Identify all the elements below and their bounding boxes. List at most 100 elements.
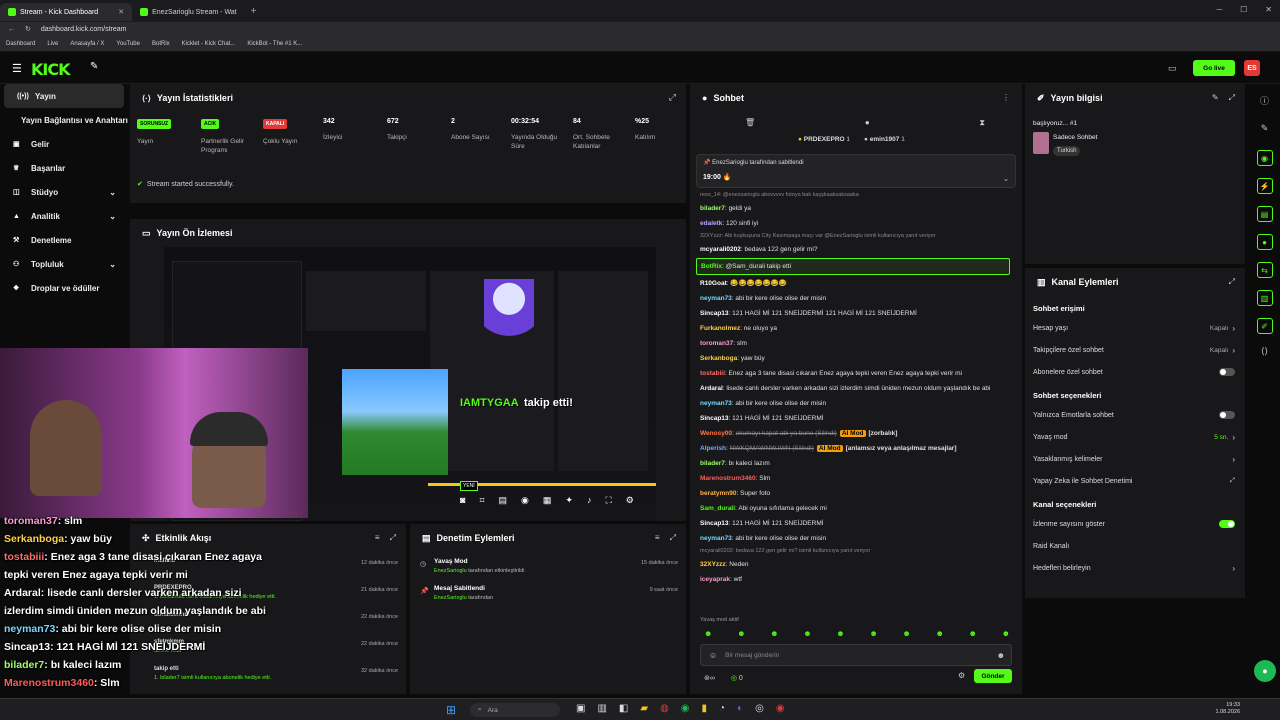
setting-control[interactable]: › [1232,455,1235,464]
emote-icon[interactable]: ☻ [935,629,943,638]
chevron-down-icon[interactable]: ⌄ [109,260,116,269]
rail-server-icon[interactable]: ▥ [1256,290,1273,306]
sidebar-item[interactable]: ((•)) Yayın [4,84,124,108]
settings-icon[interactable]: ⚙ [626,495,634,506]
rail-camera-icon[interactable]: ◉ [1256,150,1273,166]
setting-row[interactable]: Hedefleri belirleyin › [1025,557,1245,579]
coin-icon[interactable]: ⊛∞ [704,674,715,682]
hamburger-menu-icon[interactable]: ☰ [12,62,22,75]
moderation-row[interactable]: ◷ Yavaş Mod EnezSarioglu tarafından etkinl… [410,556,686,583]
chat-message[interactable]: Serkanboga: yaw büy [690,351,1016,366]
rail-chat-icon[interactable]: ● [1256,234,1273,250]
store-icon[interactable]: ◧ [619,703,628,714]
setting-row[interactable]: Yalnızca Emotlarla sohbet [1025,404,1245,426]
filter-icon[interactable]: ≡ [655,533,660,543]
setting-row[interactable]: Raid Kanalı [1025,535,1245,557]
help-chat-icon[interactable]: ● [1254,660,1276,682]
emote-icon[interactable]: ☻ [869,629,877,638]
bookmark[interactable]: Dashboard [6,41,35,47]
bookmark[interactable]: BotRix [152,41,170,47]
popout-icon[interactable]: ⤢ [1229,277,1235,287]
toggle-switch[interactable] [1219,411,1235,419]
bookmark[interactable]: Live [47,41,58,47]
chat-message[interactable]: Sincap13: 121 HAGİ Mİ 121 SNEİJDERMİ [690,516,1016,531]
pinned-message[interactable]: 📌 EnezSarioglu tarafından sabitlendi 19:… [696,154,1016,188]
chat-username[interactable]: Wenosy00 [700,430,732,437]
chat-icon[interactable]: ● [865,118,870,128]
rail-link-icon[interactable]: ⇆ [1256,262,1273,278]
send-button[interactable]: Gönder [974,669,1012,683]
chat-username[interactable]: toroman37 [700,340,733,347]
chat-input[interactable]: ☺ Bir mesaj gönderin ☻ [700,644,1012,666]
chat-message[interactable]: toroman37: slm [690,336,1016,351]
chat-message[interactable]: 32XYzzz: Neden [690,557,1016,572]
chat-message[interactable]: Sam_durali: Abi oyuna sıfırlama gelecek … [690,501,1016,516]
windows-start-icon[interactable]: ⊞ [446,703,456,717]
spotify-icon[interactable]: ◉ [681,703,690,714]
chat-username[interactable]: mcyarali0202 [700,246,741,253]
chat-username[interactable]: neyman73 [700,535,732,542]
chat-message[interactable]: mcyarali0202: bedava 122 gen gelir mi? [690,242,1016,257]
setting-control[interactable] [1219,520,1235,528]
chat-message[interactable]: 32XYzzz: Abi kuşkuşuna City Kasımpaşa ma… [690,231,1016,242]
chat-username[interactable]: Alperish [700,445,726,452]
chat-message[interactable]: R10Goat: 😂😂😂😂😂😂😂 [690,276,1016,291]
minimize-icon[interactable]: ─ [1216,5,1222,14]
chat-message[interactable]: Sincap13: 121 HAGİ Mİ 121 SNEİJDERMİ [690,411,1016,426]
chat-username[interactable]: BotRix [701,263,722,270]
chat-message[interactable]: reso_14: @enezsarioglu abovvvvv fotoya b… [690,190,1016,201]
chat-message[interactable]: Marenostrum3460: Slm [690,471,1016,486]
moderator-name[interactable]: EnezSarioglu [434,595,467,601]
new-tab-icon[interactable]: + [251,6,257,17]
clip-icon[interactable]: ▤ [499,495,508,506]
popout-icon[interactable]: ⤢ [670,533,676,543]
sidebar-item[interactable]: ♕ Başarılar [0,156,128,180]
edit-icon[interactable]: ✎ [1249,123,1280,134]
smiley-icon[interactable]: ☻ [997,651,1005,660]
share-icon[interactable]: ⟨⟩ [1249,346,1280,357]
category-name[interactable]: Sadece Sohbet [1053,134,1097,141]
edit-icon[interactable]: ✎ [1212,93,1219,103]
back-icon[interactable]: ← [8,26,15,33]
chat-username[interactable]: Sincap13 [700,520,729,527]
pin-icon[interactable]: ✎ [90,61,98,72]
volume-icon[interactable]: ♪ [587,495,592,506]
setting-control[interactable]: Kapalı › [1210,324,1235,333]
chevron-down-icon[interactable]: ⌄ [1003,175,1009,183]
chat-username[interactable]: tostabiii [700,370,725,377]
url-text[interactable]: dashboard.kick.com/stream [41,26,127,33]
emote-icon[interactable]: ☻ [803,629,811,638]
setting-control[interactable]: 5 sn. › [1214,433,1235,442]
emote-icon[interactable]: ☻ [737,629,745,638]
chevron-down-icon[interactable]: ⌄ [109,188,116,197]
bookmark[interactable]: Kicklet - Kick Chat... [182,41,236,47]
chat-message[interactable]: iceyaprak: wtf [690,572,1016,587]
sparkle-icon[interactable]: ✦ [565,495,573,506]
chat-username[interactable]: Serkanboga [700,355,737,362]
chat-message[interactable]: Alperish: NWKQMAWNW.IWN (Silindi) AI Mod[… [690,441,1016,456]
emoji-icon[interactable]: ☺ [709,651,717,660]
emote-icon[interactable]: ☻ [1002,629,1010,638]
chat-message[interactable]: neyman73: abi bir kere olise olise der m… [690,396,1016,411]
moderation-row[interactable]: 📌 Mesaj Sabitlendi EnezSarioglu tarafından… [410,583,686,610]
sidebar-item[interactable]: ▲ Analitik ⌄ [0,204,128,228]
chat-message[interactable]: edaletk: 120 sinfi iyi [690,216,1016,231]
rail-bolt-icon[interactable]: ⚡ [1256,178,1273,194]
avatar[interactable]: ES [1244,60,1260,76]
chat-message[interactable]: Ardaral: lisede canlı dersler varken ark… [690,381,1016,396]
rail-doc-icon[interactable]: ▤ [1256,206,1273,222]
more-options-icon[interactable]: ⋮ [1002,93,1010,102]
record-icon[interactable]: ◉ [521,495,529,506]
explorer-icon[interactable]: ▰ [640,703,648,714]
camera-icon[interactable]: ◙ [460,495,465,506]
refresh-icon[interactable]: ↻ [25,25,31,33]
chat-username[interactable]: beratymn90 [700,490,737,497]
setting-row[interactable]: Yapay Zeka ile Sohbet Denetimi ⤢ [1025,470,1245,492]
chat-message[interactable]: Furkanolmez: ne oluyo ya [690,321,1016,336]
rail-wrench-icon[interactable]: ✐ [1256,318,1273,334]
layout-icon[interactable]: ▦ [543,495,552,506]
hourglass-icon[interactable]: ⧗ [979,118,985,128]
chat-username[interactable]: Marenostrum3460 [700,475,756,482]
bookmark[interactable]: Anasayfa / X [70,41,104,47]
emote-icon[interactable]: ☻ [770,629,778,638]
